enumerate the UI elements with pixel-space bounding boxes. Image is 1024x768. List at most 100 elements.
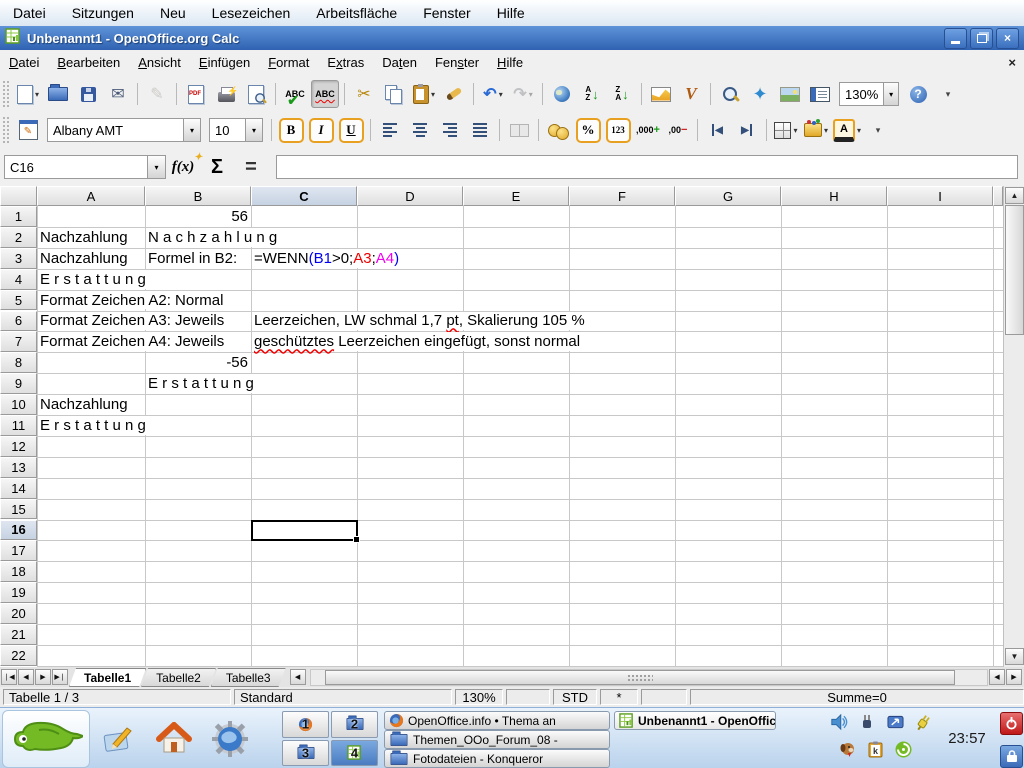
font-size-combo[interactable]: 10▾ [209,118,263,142]
font-name-combo-dropdown-icon[interactable]: ▾ [183,119,200,141]
cell-B8[interactable]: -56 [226,353,248,372]
column-header-B[interactable]: B [145,186,251,206]
row-header-17[interactable]: 17 [0,540,37,561]
status-field-3[interactable] [506,689,550,705]
sort-descending-icon[interactable]: ZA↓ [608,80,636,108]
help-icon[interactable]: ? [904,80,932,108]
menu-hilfe[interactable]: Hilfe [488,50,532,76]
column-header-stub[interactable] [993,186,1003,206]
column-header-D[interactable]: D [357,186,463,206]
draw-functions-icon[interactable]: V [677,80,705,108]
menu-datei[interactable]: Datei [0,50,48,76]
task-button-2[interactable]: Unbenannt1 - OpenOffic [614,711,776,730]
spreadsheet-grid[interactable]: ABCDEFGHI1234567891011121314151617181920… [0,186,1024,667]
pager-desktop-4[interactable]: 4 [331,740,378,767]
row-header-10[interactable]: 10 [0,394,37,415]
scroll-down-button[interactable]: ▼ [1005,648,1024,665]
underline-icon[interactable]: U [337,116,365,144]
column-header-E[interactable]: E [463,186,569,206]
kde-menu-fenster[interactable]: Fenster [410,0,483,26]
suse-updater-icon[interactable] [892,738,914,760]
kde-menu-arbeitsfläche[interactable]: Arbeitsfläche [303,0,410,26]
kde-menu-hilfe[interactable]: Hilfe [484,0,538,26]
row-header-8[interactable]: 8 [0,352,37,373]
toolbar-overflow-icon[interactable]: ▾ [864,116,892,144]
cell-A6[interactable]: Format Zeichen A3: Jeweils [40,312,224,331]
navigator-icon[interactable]: ✦ [746,80,774,108]
row-header-3[interactable]: 3 [0,248,37,269]
vertical-scrollbar[interactable]: ▲▼ [1003,186,1024,667]
selection-fill-handle[interactable] [353,536,360,543]
kde-menu-neu[interactable]: Neu [147,0,199,26]
cell-C7[interactable]: geschütztes Leerzeichen eingefügt, sonst… [254,332,580,351]
styles-icon[interactable]: ✎ [14,116,42,144]
sheet-tab-tabelle1[interactable]: Tabelle1 [69,668,146,687]
menu-ansicht[interactable]: Ansicht [129,50,190,76]
vertical-scrollbar-thumb[interactable] [1005,205,1024,335]
shutdown-icon[interactable] [1000,712,1023,735]
align-left-icon[interactable] [376,116,404,144]
suse-menu-button[interactable] [2,710,90,768]
autospellcheck-icon[interactable]: ABC [311,80,339,108]
cell-A3[interactable]: Nachzahlung [40,249,128,268]
row-header-2[interactable]: 2 [0,227,37,248]
close-document-icon[interactable]: × [1008,50,1016,76]
scroll-left-button[interactable]: ◀ [989,669,1005,685]
row-header-21[interactable]: 21 [0,624,37,645]
increase-indent-icon[interactable]: ▶ [733,116,761,144]
percent-icon[interactable]: % [574,116,602,144]
kpowersave-icon[interactable] [912,711,934,733]
font-color-icon[interactable]: A▾ [832,116,862,144]
redo-icon[interactable]: ↷▾ [509,80,537,108]
cell-A2[interactable]: Nachzahlung [40,228,128,247]
column-header-F[interactable]: F [569,186,675,206]
cell-reference-box[interactable]: C16 ▾ [4,155,166,179]
spellcheck-icon[interactable]: ABC✔ [281,80,309,108]
name-box-dropdown-icon[interactable]: ▾ [147,156,165,178]
decrease-indent-icon[interactable]: ◀ [703,116,731,144]
status-field-0[interactable]: Tabelle 1 / 3 [3,689,231,705]
row-header-9[interactable]: 9 [0,373,37,394]
minimize-button[interactable] [944,28,967,49]
cell-A5[interactable]: Format Zeichen A2: Normal [40,291,223,310]
currency-icon[interactable] [544,116,572,144]
status-field-6[interactable] [641,689,687,705]
function-wizard-icon[interactable]: f(x) [168,154,198,180]
kwrite-launcher-icon[interactable] [96,718,140,760]
row-header-1[interactable]: 1 [0,206,37,227]
cell-B1[interactable]: 56 [231,207,248,226]
open-icon[interactable] [44,80,72,108]
zoom-combo-dropdown-icon[interactable]: ▾ [883,83,898,105]
task-button-4[interactable]: Fotodateien - Konqueror [384,749,610,768]
horizontal-scrollbar[interactable] [310,669,988,686]
page-preview-icon[interactable] [242,80,270,108]
gallery-icon[interactable] [776,80,804,108]
row-header-18[interactable]: 18 [0,561,37,582]
row-header-20[interactable]: 20 [0,603,37,624]
menu-einfügen[interactable]: Einfügen [190,50,259,76]
column-header-A[interactable]: A [37,186,145,206]
toolbar-drag-handle[interactable] [2,116,11,144]
beagle-search-icon[interactable] [836,738,858,760]
first-sheet-button[interactable]: ❘◀ [1,669,17,685]
task-button-1[interactable]: OpenOffice.info • Thema an [384,711,610,730]
home-launcher-icon[interactable] [152,718,196,760]
lock-icon[interactable] [1000,745,1023,768]
pager-desktop-1[interactable]: 1 [282,711,329,738]
align-right-icon[interactable] [436,116,464,144]
close-button[interactable]: × [996,28,1019,49]
sheet-tab-tabelle2[interactable]: Tabelle2 [141,668,216,687]
italic-icon[interactable]: I [307,116,335,144]
select-all-corner[interactable] [0,186,37,206]
undo-icon[interactable]: ↶▾ [479,80,507,108]
menu-fenster[interactable]: Fenster [426,50,488,76]
paste-icon[interactable]: ▾ [410,80,438,108]
row-header-22[interactable]: 22 [0,645,37,666]
row-header-5[interactable]: 5 [0,290,37,311]
function-equals-icon[interactable]: = [236,154,266,180]
toolbar-drag-handle[interactable] [2,80,11,108]
font-size-combo-dropdown-icon[interactable]: ▾ [245,119,262,141]
display-settings-icon[interactable] [884,711,906,733]
selected-cell-outline[interactable] [251,520,358,542]
cell-A10[interactable]: Nachzahlung [40,395,128,414]
